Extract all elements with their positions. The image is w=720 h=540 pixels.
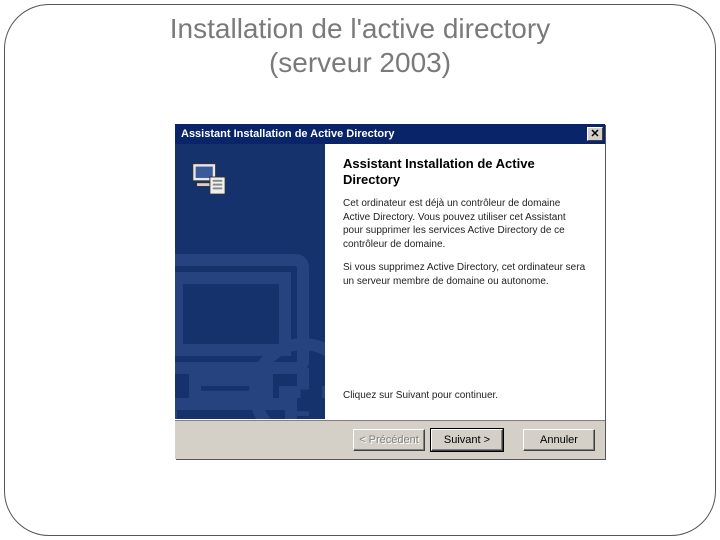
next-button-label: Suivant > — [444, 434, 490, 446]
server-icon — [189, 158, 227, 196]
slide-title-line2: (serveur 2003) — [269, 47, 451, 78]
slide-title-line1: Installation de l'active directory — [170, 13, 550, 44]
button-bar: < Précédent Suivant > Annuler — [175, 419, 605, 459]
wizard-heading: Assistant Installation de Active Directo… — [343, 156, 587, 187]
back-button-label: < Précédent — [359, 434, 419, 446]
content-area: Assistant Installation de Active Directo… — [175, 144, 605, 419]
right-panel: Assistant Installation de Active Directo… — [325, 144, 605, 419]
back-button: < Précédent — [353, 429, 425, 451]
close-icon: ✕ — [590, 129, 599, 140]
titlebar: Assistant Installation de Active Directo… — [175, 124, 605, 144]
side-panel — [175, 144, 325, 419]
close-button[interactable]: ✕ — [587, 127, 603, 141]
slide-title: Installation de l'active directory (serv… — [0, 12, 720, 79]
window-title: Assistant Installation de Active Directo… — [181, 128, 395, 140]
cancel-button-label: Annuler — [540, 434, 578, 446]
wizard-window: Assistant Installation de Active Directo… — [175, 124, 605, 459]
wizard-paragraph-2: Si vous supprimez Active Directory, cet … — [343, 261, 587, 288]
cancel-button[interactable]: Annuler — [523, 429, 595, 451]
next-button[interactable]: Suivant > — [431, 429, 503, 451]
continue-hint: Cliquez sur Suivant pour continuer. — [343, 390, 587, 401]
wizard-paragraph-1: Cet ordinateur est déjà un contrôleur de… — [343, 197, 587, 251]
watermark-icon — [175, 224, 325, 419]
